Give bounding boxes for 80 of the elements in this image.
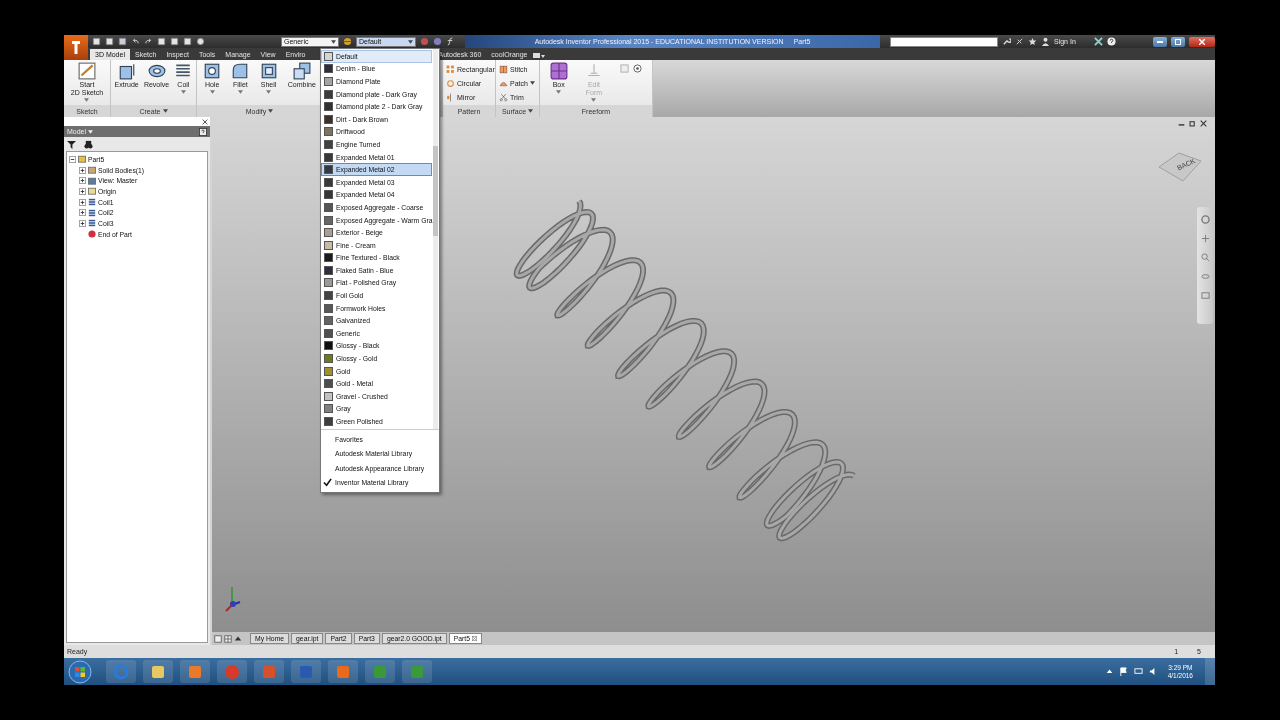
patch-icon — [499, 79, 508, 88]
grid-icon[interactable] — [224, 634, 232, 643]
hollow-box-icon — [259, 62, 278, 80]
expand-icon[interactable] — [79, 219, 86, 227]
cube-icon — [549, 62, 568, 80]
pencil-sketch-icon — [78, 62, 96, 80]
stitch-icon — [499, 64, 508, 74]
pan-icon[interactable] — [1200, 234, 1210, 243]
rounded-block-icon — [231, 62, 250, 80]
wrench-icon[interactable] — [1002, 37, 1011, 46]
panel-menu-icon[interactable] — [532, 52, 545, 60]
caret-icon — [529, 81, 535, 86]
view-icon — [88, 176, 96, 185]
maximize-icon — [1175, 38, 1181, 45]
caret-icon — [591, 98, 597, 102]
target-icon[interactable] — [633, 64, 643, 73]
caret-icon — [209, 90, 215, 94]
axis-triad-drawing — [225, 586, 241, 612]
help-icon[interactable] — [199, 127, 207, 136]
minimize-icon — [1157, 40, 1163, 43]
star-icon[interactable] — [1028, 37, 1037, 46]
caret-icon — [528, 109, 534, 113]
color-ball-icon[interactable] — [343, 37, 352, 46]
caret-icon — [237, 90, 243, 94]
caret-icon — [331, 39, 336, 44]
expand-icon[interactable] — [79, 187, 86, 195]
restore-icon[interactable] — [1189, 120, 1196, 127]
expand-icon[interactable] — [79, 209, 86, 217]
caret-icon — [88, 129, 94, 134]
close-icon[interactable] — [1200, 120, 1207, 127]
bodies-icon — [88, 166, 96, 175]
help-icon[interactable] — [1106, 37, 1116, 46]
hole-icon — [203, 62, 222, 80]
ring-icon — [147, 62, 166, 80]
tile-icon[interactable] — [214, 634, 222, 643]
binoculars-icon[interactable] — [84, 139, 93, 149]
folder-icon[interactable] — [150, 663, 166, 680]
circle-pattern-icon — [446, 79, 455, 88]
zoom-icon[interactable] — [1200, 253, 1210, 262]
tray-arrow-icon[interactable] — [1105, 668, 1113, 675]
expand-icon[interactable] — [79, 198, 86, 206]
cube-icon — [78, 155, 86, 164]
satellite-icon[interactable] — [1015, 37, 1024, 46]
filter-icon[interactable] — [67, 139, 76, 149]
expand-icon[interactable] — [79, 166, 86, 174]
caret-icon — [84, 98, 90, 102]
close-button[interactable] — [1189, 36, 1215, 47]
up-arrow-icon[interactable] — [234, 634, 242, 643]
flag-icon[interactable] — [1118, 667, 1128, 676]
folder-icon — [88, 187, 96, 196]
network-icon[interactable] — [1133, 667, 1143, 676]
collapse-icon[interactable] — [69, 155, 76, 163]
caret-icon — [408, 39, 413, 44]
box-arrow-icon — [117, 62, 136, 80]
maximize-button[interactable] — [1171, 36, 1185, 47]
grid-icon — [446, 64, 455, 74]
steering-wheel-icon[interactable] — [1200, 215, 1210, 224]
exchange-icon[interactable] — [1093, 37, 1103, 46]
caret-icon — [180, 90, 186, 94]
caret-icon — [556, 90, 562, 94]
undo-icon[interactable] — [131, 37, 140, 46]
close-icon[interactable] — [202, 118, 208, 125]
search-field[interactable] — [890, 36, 998, 47]
function-icon[interactable] — [446, 37, 455, 46]
redo-icon[interactable] — [144, 37, 153, 46]
user-icon — [1041, 37, 1050, 46]
stop-icon — [88, 230, 96, 239]
start-button[interactable] — [68, 659, 92, 684]
minimize-button[interactable] — [1153, 36, 1167, 47]
spring-icon — [88, 219, 96, 228]
close-icon — [1199, 38, 1205, 45]
expand-icon[interactable] — [79, 177, 86, 185]
caret-icon — [268, 109, 274, 113]
close-icon[interactable] — [471, 636, 477, 641]
caret-icon — [266, 90, 272, 94]
check-icon — [323, 478, 332, 488]
scissors-icon — [499, 93, 508, 103]
stacked-cubes-icon — [292, 62, 311, 80]
caret-icon — [162, 109, 168, 113]
app-logo-icon[interactable] — [64, 35, 88, 60]
